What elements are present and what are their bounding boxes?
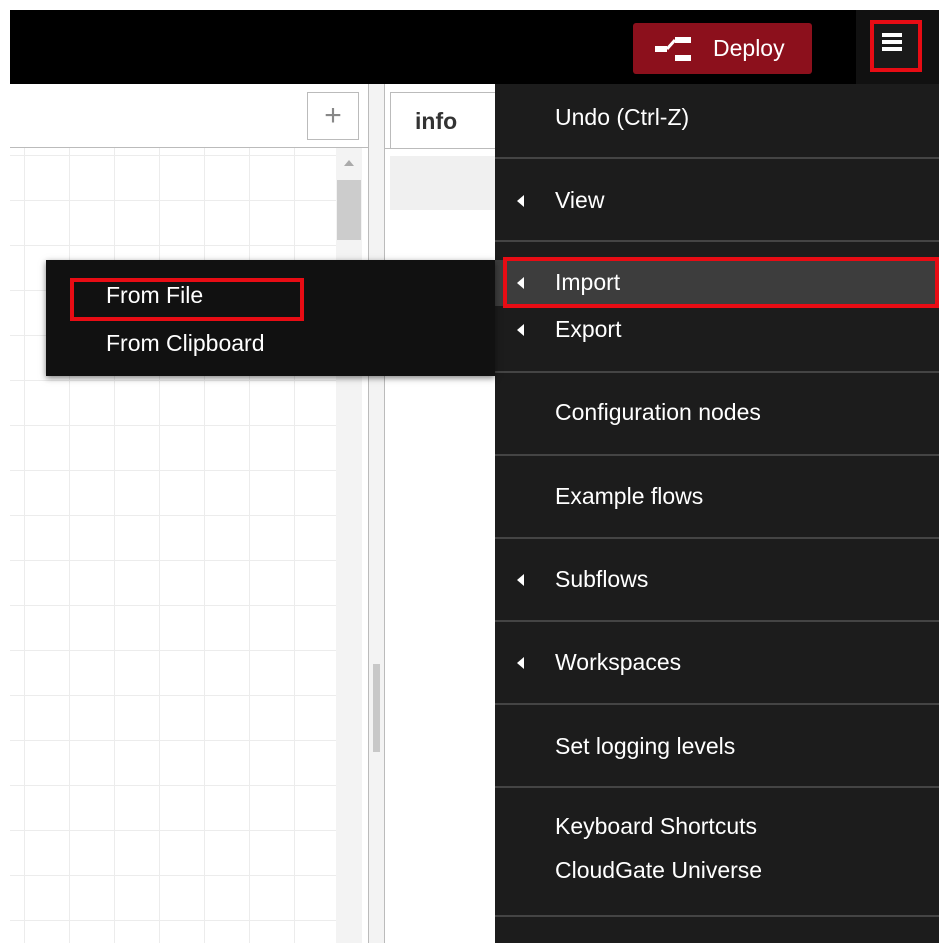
tab-info-label: info	[415, 108, 458, 134]
scroll-up-arrow-icon[interactable]	[344, 160, 354, 166]
menu-button-highlight	[870, 20, 922, 72]
caret-left-icon	[517, 324, 524, 336]
menu-item-workspaces[interactable]: Workspaces	[495, 625, 939, 703]
menu-item-cloudgate-universe[interactable]: CloudGate Universe	[495, 850, 939, 894]
caret-left-icon	[517, 195, 524, 207]
menu-item-subflows[interactable]: Subflows	[495, 542, 939, 620]
menu-item-subflows-label: Subflows	[555, 566, 649, 592]
menu-divider	[495, 454, 939, 456]
caret-left-icon	[517, 277, 524, 289]
plus-icon: +	[324, 99, 342, 132]
menu-item-export[interactable]: Export	[495, 310, 939, 354]
menu-divider	[495, 371, 939, 373]
menu-divider	[495, 240, 939, 242]
resize-handle[interactable]	[373, 664, 380, 752]
menu-divider	[495, 915, 939, 917]
caret-left-icon	[517, 574, 524, 586]
menu-item-undo-label: Undo (Ctrl-Z)	[555, 104, 690, 130]
tab-info[interactable]: info	[390, 92, 510, 149]
scrollbar-thumb[interactable]	[337, 180, 361, 240]
submenu-item-from-clipboard-label: From Clipboard	[106, 330, 265, 356]
menu-divider	[495, 786, 939, 788]
menu-item-export-label: Export	[555, 316, 622, 342]
submenu-item-from-clipboard[interactable]: From Clipboard	[46, 322, 495, 366]
workspace: +	[10, 84, 368, 943]
menu-item-set-logging-levels-label: Set logging levels	[555, 733, 736, 759]
deploy-flow-icon	[655, 37, 691, 61]
deploy-button-label: Deploy	[713, 35, 785, 61]
menu-divider	[495, 703, 939, 705]
menu-item-import-label: Import	[555, 269, 621, 295]
menu-item-view-label: View	[555, 187, 605, 213]
caret-left-icon	[517, 657, 524, 669]
menu-divider	[495, 620, 939, 622]
submenu-item-from-file-label: From File	[106, 282, 204, 308]
menu-item-configuration-nodes[interactable]: Configuration nodes	[495, 376, 939, 454]
menu-item-keyboard-shortcuts-label: Keyboard Shortcuts	[555, 813, 758, 839]
deploy-button[interactable]: Deploy	[633, 23, 812, 74]
menu-item-view[interactable]: View	[495, 162, 939, 242]
menu-item-set-logging-levels[interactable]: Set logging levels	[495, 708, 939, 786]
submenu-item-from-file[interactable]: From File	[46, 274, 495, 318]
import-submenu: From File From Clipboard	[46, 260, 495, 376]
menu-item-undo[interactable]: Undo (Ctrl-Z)	[495, 84, 939, 152]
add-flow-tab-button[interactable]: +	[307, 92, 359, 140]
menu-item-workspaces-label: Workspaces	[555, 649, 682, 675]
workspace-tab-bar: +	[10, 84, 368, 148]
menu-item-configuration-nodes-label: Configuration nodes	[555, 399, 761, 425]
menu-item-keyboard-shortcuts[interactable]: Keyboard Shortcuts	[495, 804, 939, 848]
main-menu-button[interactable]	[856, 10, 939, 84]
sidebar-info-row	[390, 156, 500, 210]
main-menu-dropdown: Undo (Ctrl-Z) View Import Export Configu…	[495, 84, 939, 943]
menu-item-example-flows[interactable]: Example flows	[495, 459, 939, 537]
menu-divider	[495, 537, 939, 539]
menu-divider	[495, 157, 939, 159]
menu-item-import[interactable]: Import	[495, 260, 939, 306]
header-bar: Deploy	[10, 10, 939, 84]
menu-item-cloudgate-universe-label: CloudGate Universe	[555, 857, 763, 883]
sidebar-resize-divider[interactable]	[368, 84, 385, 943]
menu-item-example-flows-label: Example flows	[555, 483, 704, 509]
